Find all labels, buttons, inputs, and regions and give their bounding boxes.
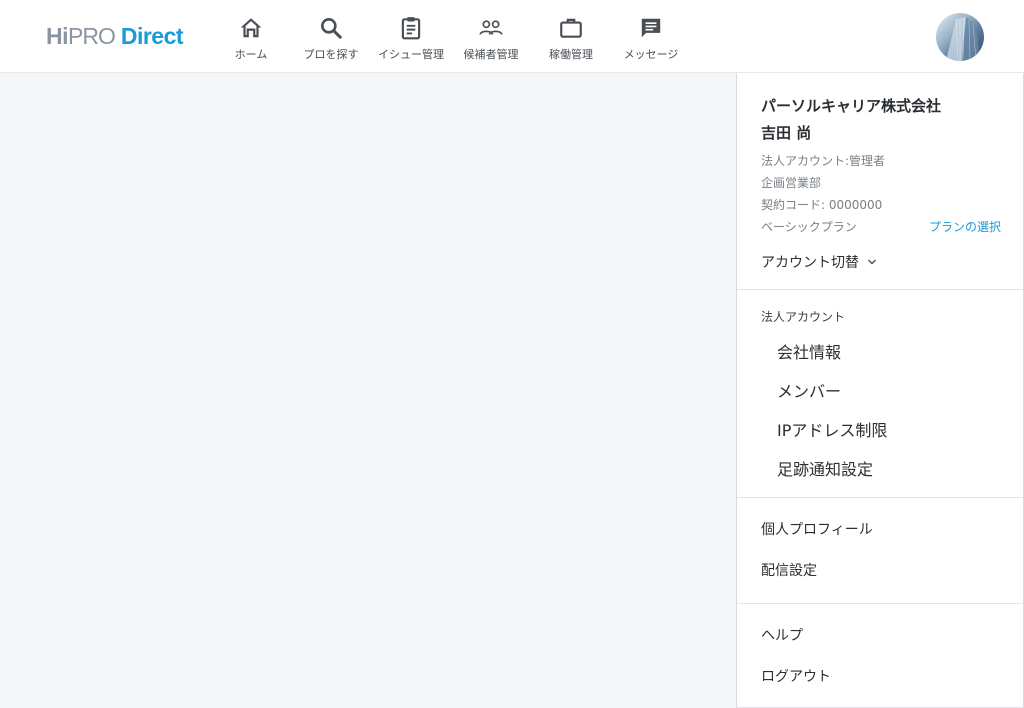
building-photo-icon: [946, 16, 980, 61]
logo-pro: PRO: [68, 22, 116, 49]
account-type: 法人アカウント:管理者: [761, 154, 886, 168]
nav-label: 稼働管理: [549, 48, 593, 61]
menu-footprint-notification[interactable]: 足跡通知設定: [737, 450, 1023, 489]
plan-select-link[interactable]: プランの選択: [929, 219, 1001, 235]
menu-delivery-settings[interactable]: 配信設定: [737, 561, 1023, 602]
search-icon: [321, 18, 342, 39]
account-dropdown-panel: パーソルキャリア株式会社 吉田 尚 法人アカウント:管理者 企画営業部 契約コー…: [736, 73, 1024, 708]
nav-item-home[interactable]: ホーム: [211, 0, 291, 72]
contract-code: 契約コード: 0000000: [761, 198, 883, 212]
account-switch-label: アカウント切替: [761, 255, 859, 271]
nav-item-candidates[interactable]: 候補者管理: [451, 0, 531, 72]
help-section: ヘルプ ログアウト: [737, 604, 1023, 708]
plan-name: ベーシックプラン: [761, 220, 857, 234]
nav-item-search[interactable]: プロを探す: [291, 0, 371, 72]
hipro-direct-logo[interactable]: Hi PRO Direct: [46, 22, 184, 50]
menu-members[interactable]: メンバー: [737, 372, 1023, 411]
clipboard-icon: [401, 17, 421, 40]
menu-ip-restriction[interactable]: IPアドレス制限: [737, 411, 1023, 450]
user-name: 吉田 尚: [761, 124, 812, 142]
chevron-down-icon: [868, 259, 876, 265]
nav-item-issue[interactable]: イシュー管理: [371, 0, 451, 72]
account-section: パーソルキャリア株式会社 吉田 尚 法人アカウント:管理者 企画営業部 契約コー…: [737, 73, 1023, 290]
nav-item-operation[interactable]: 稼働管理: [531, 0, 611, 72]
nav-label: ホーム: [234, 48, 268, 61]
menu-logout[interactable]: ログアウト: [737, 667, 1023, 708]
corporate-account-section: 法人アカウント 会社情報 メンバー IPアドレス制限 足跡通知設定: [737, 290, 1023, 498]
plan-row: ベーシックプラン プランの選択: [761, 219, 1001, 235]
account-switch-button[interactable]: アカウント切替: [761, 252, 877, 272]
logo-hi: Hi: [46, 22, 69, 49]
nav-label: メッセージ: [623, 48, 679, 61]
department: 企画営業部: [761, 176, 822, 190]
menu-help[interactable]: ヘルプ: [737, 626, 1023, 667]
main-nav: ホーム プロを探す イシュー管理 候補者管理 稼働管理 メッセージ: [211, 0, 691, 72]
nav-label: プロを探す: [303, 48, 359, 61]
personal-section: 個人プロフィール 配信設定: [737, 498, 1023, 604]
briefcase-icon: [560, 18, 582, 38]
menu-company-info[interactable]: 会社情報: [737, 333, 1023, 372]
nav-label: イシュー管理: [378, 48, 444, 61]
corporate-account-label: 法人アカウント: [761, 310, 846, 324]
user-avatar[interactable]: [936, 13, 984, 61]
top-header: Hi PRO Direct ホーム プロを探す イシュー管理 候補者管理 稼働管理 …: [0, 0, 1024, 73]
company-name: パーソルキャリア株式会社: [761, 97, 942, 115]
menu-personal-profile[interactable]: 個人プロフィール: [737, 520, 1023, 561]
nav-label: 候補者管理: [463, 48, 519, 61]
people-icon: [479, 20, 503, 35]
nav-item-messages[interactable]: メッセージ: [611, 0, 691, 72]
logo-direct: Direct: [120, 22, 184, 49]
home-icon: [240, 18, 262, 38]
message-icon: [641, 18, 661, 38]
